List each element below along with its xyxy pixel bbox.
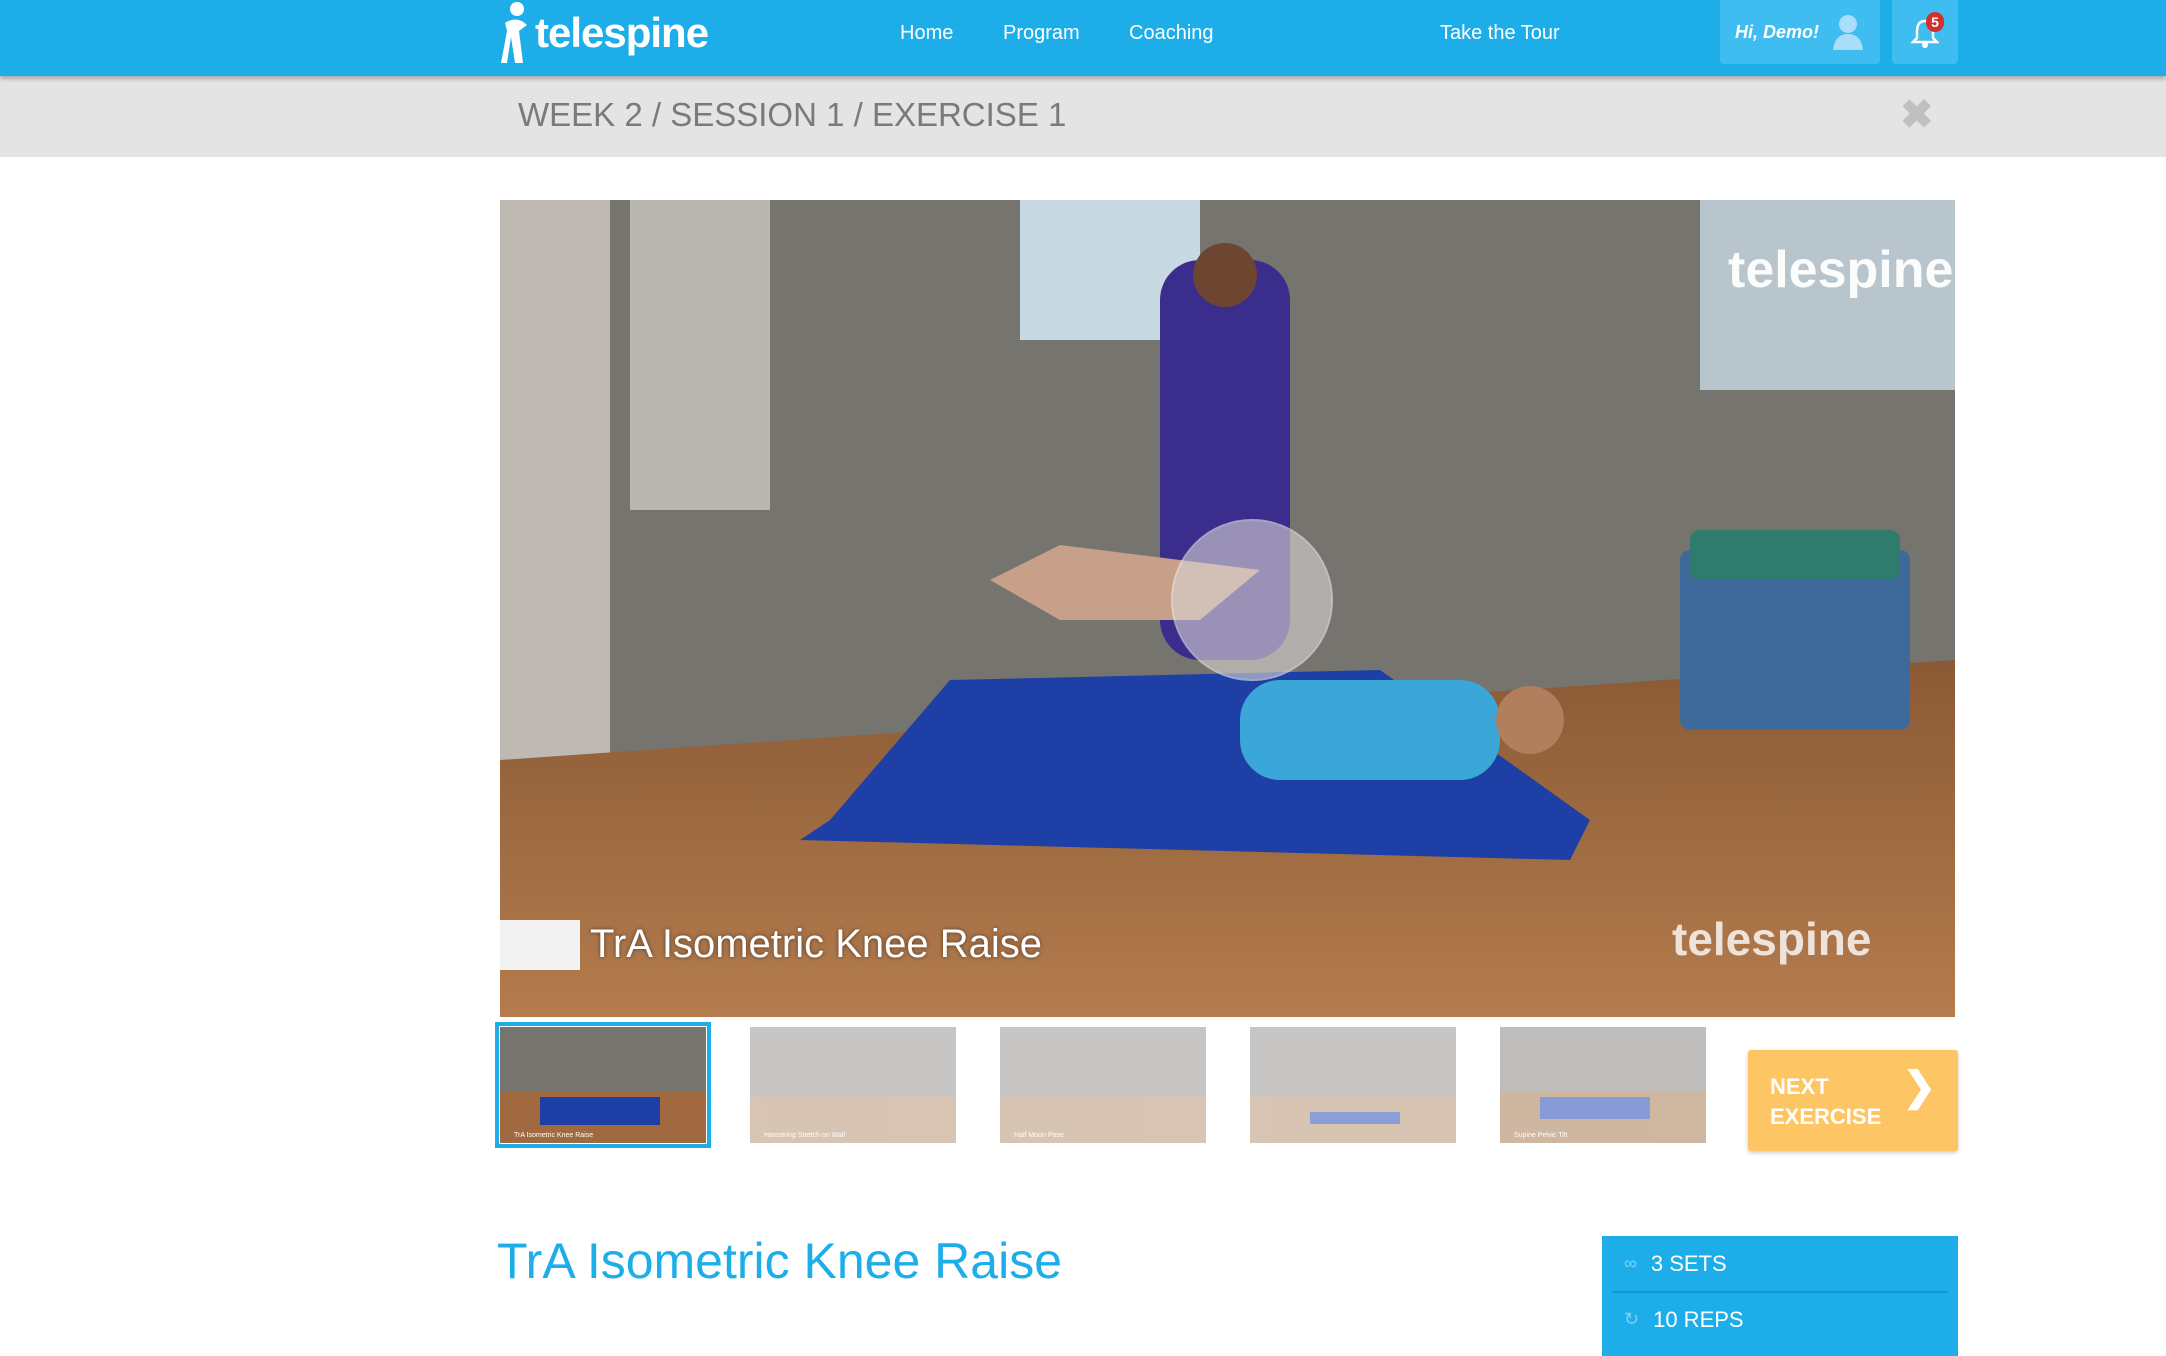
close-icon[interactable]: ✖ <box>1900 92 1934 138</box>
video-frame <box>500 200 1955 1017</box>
next-exercise-button[interactable]: NEXT EXERCISE ❯ <box>1748 1050 1958 1151</box>
nav-coaching[interactable]: Coaching <box>1129 22 1214 45</box>
user-avatar-icon <box>1833 15 1863 50</box>
thumbnail-3[interactable]: Half Moon Pose <box>1000 1027 1206 1143</box>
thumbnail-4[interactable] <box>1250 1027 1456 1143</box>
reps-icon: ↻ <box>1624 1309 1640 1329</box>
breadcrumb: WEEK 2 / SESSION 1 / EXERCISE 1 <box>518 96 1067 133</box>
nav-program[interactable]: Program <box>1003 22 1080 45</box>
nav-take-the-tour[interactable]: Take the Tour <box>1440 22 1560 45</box>
video-caption: TrA Isometric Knee Raise <box>590 922 1043 966</box>
watermark-bottom: telespine <box>1672 913 1872 965</box>
sets-value: 3 SETS <box>1650 1250 1727 1276</box>
nav-home[interactable]: Home <box>900 22 953 45</box>
reps-value: 10 REPS <box>1653 1306 1744 1332</box>
notifications-button[interactable]: 5 <box>1892 0 1958 64</box>
chevron-right-icon: ❯ <box>1902 1065 1936 1109</box>
thumbnail-1[interactable]: TrA Isometric Knee Raise <box>495 1022 711 1148</box>
watermark-top: telespine <box>1728 241 1954 299</box>
exercise-video[interactable]: TrA Isometric Knee Raise telespine teles… <box>500 200 1955 1017</box>
top-nav: telespine Home Program Coaching Take the… <box>0 0 2166 76</box>
exercise-title: TrA Isometric Knee Raise <box>497 1233 1063 1289</box>
exercise-stats: ∞ 3 SETS ↻ 10 REPS <box>1602 1236 1958 1356</box>
thumbnail-2[interactable]: Hamstring Stretch on Wall <box>750 1027 956 1143</box>
greeting: Hi, Demo! <box>1734 21 1819 42</box>
telespine-logo[interactable]: telespine <box>497 0 709 66</box>
sets-icon: ∞ <box>1624 1253 1637 1273</box>
thumbnail-5[interactable]: Supine Pelvic Tilt <box>1500 1027 1706 1143</box>
breadcrumb-bar: WEEK 2 / SESSION 1 / EXERCISE 1 ✖ <box>0 76 2166 157</box>
person-logo-icon <box>501 2 527 64</box>
user-menu-button[interactable]: Hi, Demo! <box>1720 0 1880 64</box>
notification-badge: 5 <box>1926 12 1944 32</box>
